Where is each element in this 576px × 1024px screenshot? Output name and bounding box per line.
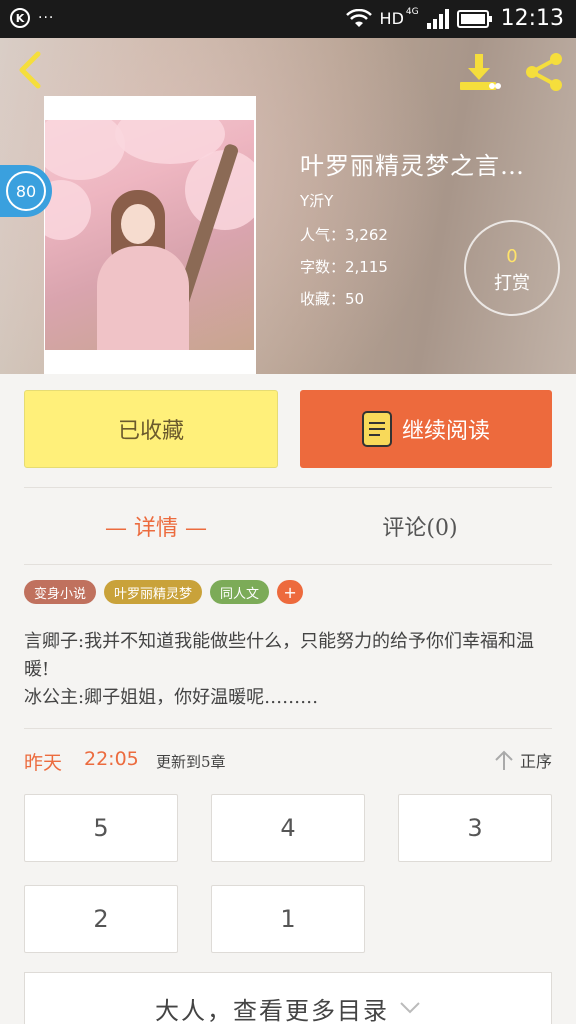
chapter-button[interactable]: 4: [211, 794, 365, 862]
cover-image: [45, 120, 254, 350]
update-day: 昨天: [24, 752, 63, 774]
tag-item[interactable]: 变身小说: [24, 580, 97, 604]
score-badge: 80: [0, 165, 52, 217]
wifi-icon: [345, 8, 372, 29]
chapter-button[interactable]: 2: [24, 885, 178, 953]
app-notification-icon: K: [10, 8, 30, 28]
book-cover[interactable]: [44, 96, 256, 374]
book-title: 叶罗丽精灵梦之言…: [300, 152, 525, 180]
chapter-button[interactable]: 5: [24, 794, 178, 862]
more-notifications-indicator: ···: [38, 10, 55, 26]
share-icon: [526, 53, 562, 91]
continue-reading-button[interactable]: 继续阅读: [300, 390, 552, 468]
battery-icon: [456, 9, 493, 29]
synopsis-line: 言卿子:我并不知道我能做些什么，只能努力的给予你们幸福和温暖!: [24, 631, 535, 680]
more-catalog-label: 大人，查看更多目录: [155, 997, 389, 1024]
chevron-left-icon: [19, 51, 41, 89]
score-value: 80: [6, 171, 46, 211]
book-icon: [361, 411, 392, 447]
divider: [24, 564, 552, 565]
popularity-stat: 人气：3,262: [300, 226, 388, 244]
continue-reading-label: 继续阅读: [401, 419, 490, 444]
status-left: K ···: [10, 8, 54, 28]
status-right: HD 4G 12:13: [345, 6, 564, 31]
synopsis-line: 冰公主:卿子姐姐，你好温暖呢………: [24, 687, 319, 708]
back-button[interactable]: [12, 50, 52, 90]
download-icon: [460, 54, 501, 90]
divider: [24, 728, 552, 729]
network-label: HD: [379, 9, 404, 28]
sort-order-button[interactable]: 正序: [494, 748, 552, 772]
reward-button[interactable]: 0 打赏: [464, 220, 560, 316]
tag-list: 变身小说 叶罗丽精灵梦 同人文 +: [24, 580, 304, 604]
status-bar: K ··· HD 4G 12:13: [0, 0, 576, 38]
collected-button[interactable]: 已收藏: [24, 390, 278, 468]
arrow-up-icon: [495, 750, 513, 770]
author-name[interactable]: Y沂Y: [300, 190, 333, 211]
clock: 12:13: [500, 6, 564, 31]
chapter-button[interactable]: 1: [211, 885, 365, 953]
sort-order-label: 正序: [519, 752, 552, 771]
chapter-button[interactable]: 3: [398, 794, 552, 862]
chevron-down-icon: [400, 1002, 420, 1014]
word-count-stat: 字数：2,115: [300, 258, 388, 276]
more-catalog-button[interactable]: 大人，查看更多目录: [24, 972, 552, 1024]
download-button[interactable]: [458, 52, 502, 92]
update-row: 昨天 22:05 更新到5章 正序: [24, 746, 552, 776]
reward-count: 0: [506, 246, 518, 267]
add-tag-button[interactable]: +: [277, 580, 304, 604]
update-note: 更新到5章: [156, 753, 226, 771]
tag-item[interactable]: 同人文: [210, 580, 270, 604]
network-type: 4G: [405, 6, 419, 17]
favorites-stat: 收藏：50: [300, 290, 365, 308]
tab-details[interactable]: — 详情 —: [24, 488, 288, 564]
update-time: 22:05: [84, 748, 139, 770]
book-header: 叶罗丽精灵梦之言… Y沂Y 人气：3,262 字数：2,115 收藏：50 0 …: [0, 38, 576, 374]
tab-comments[interactable]: 评论(0): [288, 488, 552, 564]
signal-icon: [426, 8, 449, 29]
reward-label: 打赏: [494, 273, 530, 294]
synopsis[interactable]: 言卿子:我并不知道我能做些什么，只能努力的给予你们幸福和温暖! 冰公主:卿子姐姐…: [24, 628, 554, 712]
share-button[interactable]: [522, 50, 566, 94]
tag-item[interactable]: 叶罗丽精灵梦: [104, 580, 203, 604]
